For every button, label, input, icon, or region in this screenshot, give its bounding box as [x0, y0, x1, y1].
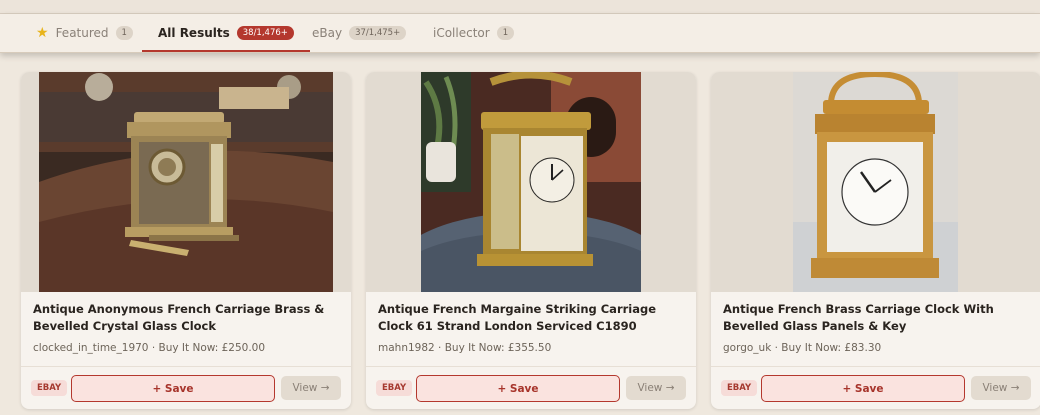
result-card: Antique Anonymous French Carriage Brass …	[21, 72, 351, 409]
result-card: Antique French Brass Carriage Clock With…	[711, 72, 1040, 409]
listing-title[interactable]: Antique French Margaine Striking Carriag…	[378, 301, 688, 335]
view-button[interactable]: View →	[281, 376, 341, 400]
view-button[interactable]: View →	[626, 376, 686, 400]
listing-title[interactable]: Antique French Brass Carriage Clock With…	[723, 301, 1033, 335]
count-badge: 38/1,476+	[236, 26, 294, 40]
listing-meta: clocked_in_time_1970 · Buy It Now: £250.…	[33, 342, 266, 354]
tab-ebay[interactable]: eBay 37/1,475+	[312, 14, 407, 52]
listing-meta: mahn1982 · Buy It Now: £355.50	[378, 342, 552, 354]
search-bar-area	[0, 0, 1040, 14]
product-image[interactable]	[366, 72, 696, 292]
listing-title[interactable]: Antique Anonymous French Carriage Brass …	[33, 301, 343, 335]
tab-label: iCollector	[433, 26, 490, 40]
count-badge: 1	[496, 26, 515, 40]
card-divider	[21, 366, 351, 367]
tab-label: eBay	[312, 26, 343, 40]
product-image[interactable]	[711, 72, 1040, 292]
product-image[interactable]	[21, 72, 351, 292]
results-tabs: ★ Featured 1 All Results 38/1,476+ eBay …	[0, 14, 1040, 53]
star-icon: ★	[36, 25, 49, 41]
count-badge: 1	[115, 26, 133, 40]
save-button[interactable]: + Save	[71, 375, 275, 402]
save-button[interactable]: + Save	[761, 375, 965, 402]
result-card: Antique French Margaine Striking Carriag…	[366, 72, 696, 409]
tab-featured[interactable]: ★ Featured 1	[36, 14, 133, 52]
source-badge: EBAY	[721, 380, 758, 396]
count-badge: 37/1,475+	[349, 26, 407, 40]
card-divider	[366, 366, 696, 367]
view-button[interactable]: View →	[971, 376, 1031, 400]
card-divider	[711, 366, 1040, 367]
tab-icollector[interactable]: iCollector 1	[433, 14, 515, 52]
save-button[interactable]: + Save	[416, 375, 620, 402]
listing-meta: gorgo_uk · Buy It Now: £83.30	[723, 342, 882, 354]
source-badge: EBAY	[376, 380, 413, 396]
tab-label: Featured	[55, 26, 109, 40]
tab-all-results[interactable]: All Results 38/1,476+	[142, 14, 310, 52]
source-badge: EBAY	[31, 380, 68, 396]
tab-label: All Results	[158, 26, 230, 40]
